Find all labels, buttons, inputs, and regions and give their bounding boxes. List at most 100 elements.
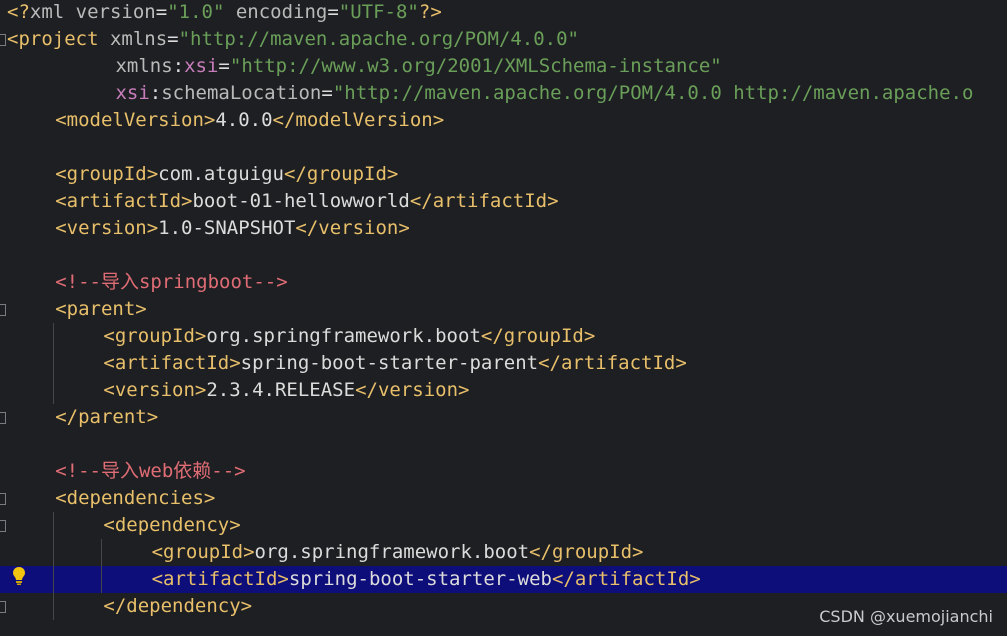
code-content: <project xmlns="http://maven.apache.org/…	[7, 26, 579, 53]
code-token-tag: </groupId>	[283, 163, 399, 185]
code-token-text: :	[172, 55, 185, 77]
code-token-tag: <?	[7, 1, 30, 23]
code-token-tag: <groupId>	[151, 541, 255, 563]
lightbulb-icon[interactable]	[12, 566, 26, 586]
code-content: <dependencies>	[55, 485, 215, 512]
code-line[interactable]	[0, 134, 1007, 161]
code-token-tag: </groupId>	[480, 325, 596, 347]
code-line[interactable]: <modelVersion>4.0.0</modelVersion>	[0, 107, 1007, 134]
code-line[interactable]: <!--导入web依赖-->	[0, 458, 1007, 485]
fold-marker-icon[interactable]	[0, 493, 6, 505]
code-token-tag: </groupId>	[529, 541, 644, 563]
code-token-tag: <version>	[55, 217, 159, 239]
code-token-tag: <version>	[103, 379, 207, 401]
code-content: <groupId>org.springframework.boot</group…	[103, 323, 595, 350]
indent-guide	[53, 323, 55, 404]
code-token-attribute: xml version	[29, 1, 156, 23]
fold-marker-icon[interactable]	[0, 304, 6, 316]
code-token-text: org.springframework.boot	[254, 541, 530, 563]
code-token-attribute: encoding	[224, 1, 328, 23]
code-content: <artifactId>spring-boot-starter-parent</…	[103, 350, 686, 377]
code-line[interactable]: <project xmlns="http://maven.apache.org/…	[0, 26, 1007, 53]
code-token-tag: <parent>	[55, 298, 147, 320]
code-token-tag: </dependency>	[103, 595, 253, 617]
watermark-text: CSDN @xuemojianchi	[819, 607, 993, 626]
code-token-tag: </artifactId>	[409, 190, 559, 212]
code-line[interactable]: <version>1.0-SNAPSHOT</version>	[0, 215, 1007, 242]
code-content: <?xml version="1.0" encoding="UTF-8"?>	[7, 0, 442, 26]
code-token-text: 1.0-SNAPSHOT	[158, 217, 296, 239]
code-token-text: spring-boot-starter-parent	[240, 352, 539, 374]
code-content: <!--导入springboot-->	[55, 269, 287, 296]
code-token-text: =	[167, 28, 179, 50]
code-token-text: =	[321, 82, 333, 104]
code-content: <version>2.3.4.RELEASE</version>	[103, 377, 469, 404]
code-token-attribute: schemaLocation	[161, 82, 322, 104]
code-token-tag: <artifactId>	[55, 190, 193, 212]
code-line[interactable]	[0, 242, 1007, 269]
code-token-tag: </modelVersion>	[272, 109, 445, 131]
code-token-comment: <!--导入springboot-->	[55, 271, 288, 293]
code-token-attribute: xmlns	[98, 28, 168, 50]
code-line[interactable]: <groupId>com.atguigu</groupId>	[0, 161, 1007, 188]
code-content: <groupId>com.atguigu</groupId>	[55, 161, 398, 188]
code-content: </dependency>	[103, 593, 252, 620]
code-token-text: 4.0.0	[215, 109, 273, 131]
code-token-text: org.springframework.boot	[206, 325, 481, 347]
code-line[interactable]: <parent>	[0, 296, 1007, 323]
code-token-tag: ?>	[418, 1, 442, 23]
code-line-current[interactable]: <artifactId>spring-boot-starter-web</art…	[0, 566, 1007, 593]
code-token-tag: </parent>	[55, 406, 159, 428]
code-token-tag: <groupId>	[55, 163, 159, 185]
code-token-tag: <groupId>	[103, 325, 207, 347]
code-line[interactable]: <groupId>org.springframework.boot</group…	[0, 539, 1007, 566]
fold-marker-icon[interactable]	[0, 520, 6, 532]
code-token-value: "http://maven.apache.org/POM/4.0.0 http:…	[332, 82, 974, 104]
code-line[interactable]: <?xml version="1.0" encoding="UTF-8"?>	[0, 0, 1007, 26]
code-line[interactable]: <version>2.3.4.RELEASE</version>	[0, 377, 1007, 404]
code-line[interactable]: <groupId>org.springframework.boot</group…	[0, 323, 1007, 350]
code-line[interactable]: xsi:schemaLocation="http://maven.apache.…	[0, 80, 1007, 107]
code-content: <artifactId>spring-boot-starter-web</art…	[152, 566, 701, 593]
fold-marker-icon[interactable]	[0, 34, 6, 46]
code-line[interactable]: <dependencies>	[0, 485, 1007, 512]
code-line[interactable]	[0, 431, 1007, 458]
code-content: <!--导入web依赖-->	[55, 458, 245, 485]
code-token-tag: <artifactId>	[103, 352, 241, 374]
code-token-tag: <dependencies>	[55, 487, 216, 509]
code-line[interactable]: </parent>	[0, 404, 1007, 431]
code-token-attribute: xmlns	[115, 55, 173, 77]
code-token-tag: <modelVersion>	[55, 109, 216, 131]
code-token-value: "http://www.w3.org/2001/XMLSchema-instan…	[229, 55, 722, 77]
code-token-value: "http://maven.apache.org/POM/4.0.0"	[178, 28, 579, 50]
code-token-text: =	[155, 1, 168, 23]
code-token-text: :	[149, 82, 162, 104]
fold-marker-icon[interactable]	[0, 601, 6, 613]
code-token-tag: </artifactId>	[551, 568, 701, 590]
code-token-comment: <!--导入web依赖-->	[55, 460, 246, 482]
code-content: <parent>	[55, 296, 147, 323]
code-token-value: "1.0"	[167, 1, 225, 23]
code-line[interactable]: xmlns:xsi="http://www.w3.org/2001/XMLSch…	[0, 53, 1007, 80]
code-content: <modelVersion>4.0.0</modelVersion>	[55, 107, 444, 134]
code-token-text: =	[327, 1, 339, 23]
code-line[interactable]: <artifactId>boot-01-hellowworld</artifac…	[0, 188, 1007, 215]
code-editor[interactable]: <?xml version="1.0" encoding="UTF-8"?> <p…	[0, 0, 1007, 636]
code-line[interactable]: <!--导入springboot-->	[0, 269, 1007, 296]
code-token-tag: </version>	[295, 217, 410, 239]
code-token-text: =	[218, 55, 230, 77]
indent-guide	[53, 512, 55, 620]
code-content: </parent>	[55, 404, 158, 431]
fold-marker-icon[interactable]	[0, 412, 6, 424]
code-token-value: "UTF-8"	[338, 1, 419, 23]
code-token-text: com.atguigu	[158, 163, 284, 185]
code-content: <artifactId>boot-01-hellowworld</artifac…	[55, 188, 558, 215]
code-line[interactable]: <dependency>	[0, 512, 1007, 539]
code-token-namespace: xsi	[115, 82, 150, 104]
code-line[interactable]: <artifactId>spring-boot-starter-parent</…	[0, 350, 1007, 377]
code-content: xmlns:xsi="http://www.w3.org/2001/XMLSch…	[115, 53, 721, 80]
code-token-text: 2.3.4.RELEASE	[206, 379, 356, 401]
code-token-text: boot-01-hellowworld	[192, 190, 410, 212]
code-token-tag: <artifactId>	[151, 568, 289, 590]
code-token-text: spring-boot-starter-web	[288, 568, 552, 590]
